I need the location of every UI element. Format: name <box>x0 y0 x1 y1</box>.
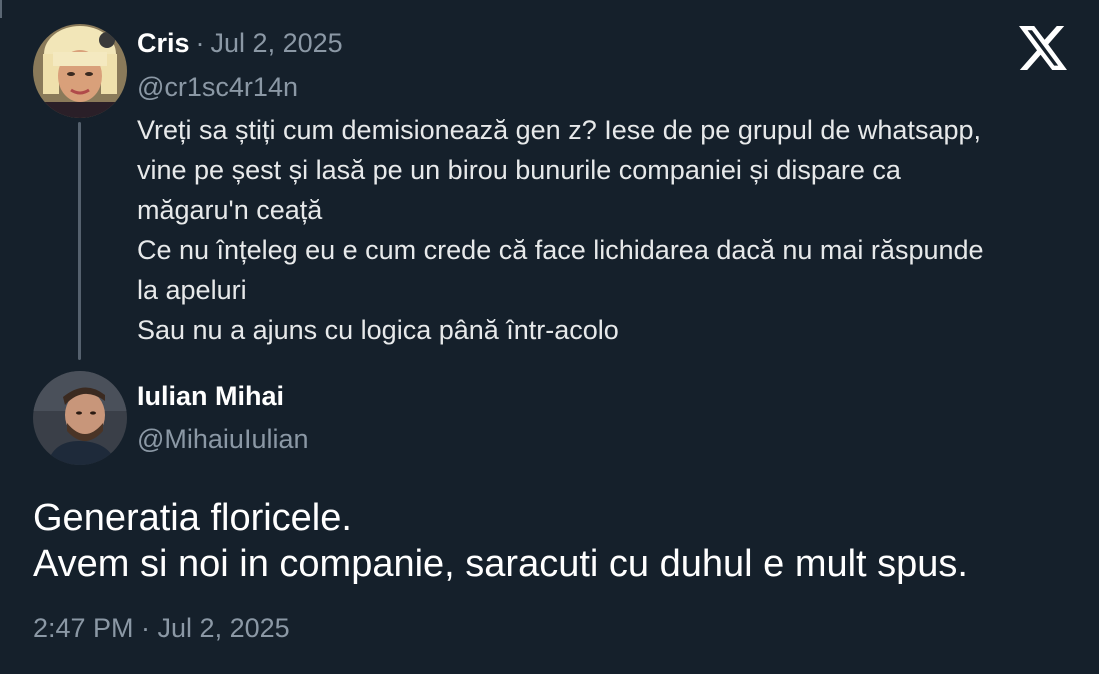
thread-connector-line <box>78 122 81 360</box>
quoted-text-line: măgaru'n ceață <box>137 195 323 225</box>
x-logo-icon[interactable] <box>1019 26 1067 70</box>
quoted-author-avatar[interactable] <box>33 24 127 118</box>
reply-author-name[interactable]: Iulian Mihai <box>137 381 284 412</box>
reply-text-line: Avem si noi in companie, saracuti cu duh… <box>33 543 968 585</box>
header-separator: · <box>195 28 205 58</box>
reply-text-line: Generatia floricele. <box>33 497 352 539</box>
reply-author-handle[interactable]: @MihaiuIulian <box>137 424 309 455</box>
quoted-tweet-text: Vreți sa știți cum demisionează gen z? I… <box>137 110 1077 350</box>
quoted-tweet-header: Cris · Jul 2, 2025 <box>137 28 343 59</box>
reply-tweet-text: Generatia floricele. Avem si noi in comp… <box>33 495 968 587</box>
corner-tick <box>0 0 2 18</box>
reply-author-avatar[interactable] <box>33 371 127 465</box>
quoted-text-line: Sau nu a ajuns cu logica până într-acolo <box>137 315 619 345</box>
reply-timestamp[interactable]: 2:47 PM · Jul 2, 2025 <box>33 613 290 644</box>
quoted-author-handle[interactable]: @cr1sc4r14n <box>137 72 298 103</box>
quoted-tweet-date[interactable]: Jul 2, 2025 <box>211 28 343 58</box>
quoted-text-line: la apeluri <box>137 275 247 305</box>
quoted-text-line: vine pe șest și lasă pe un birou bunuril… <box>137 155 901 185</box>
quoted-text-line: Vreți sa știți cum demisionează gen z? I… <box>137 115 981 145</box>
quoted-text-line: Ce nu înțeleg eu e cum crede că face lic… <box>137 235 984 265</box>
quoted-author-name[interactable]: Cris <box>137 28 190 58</box>
